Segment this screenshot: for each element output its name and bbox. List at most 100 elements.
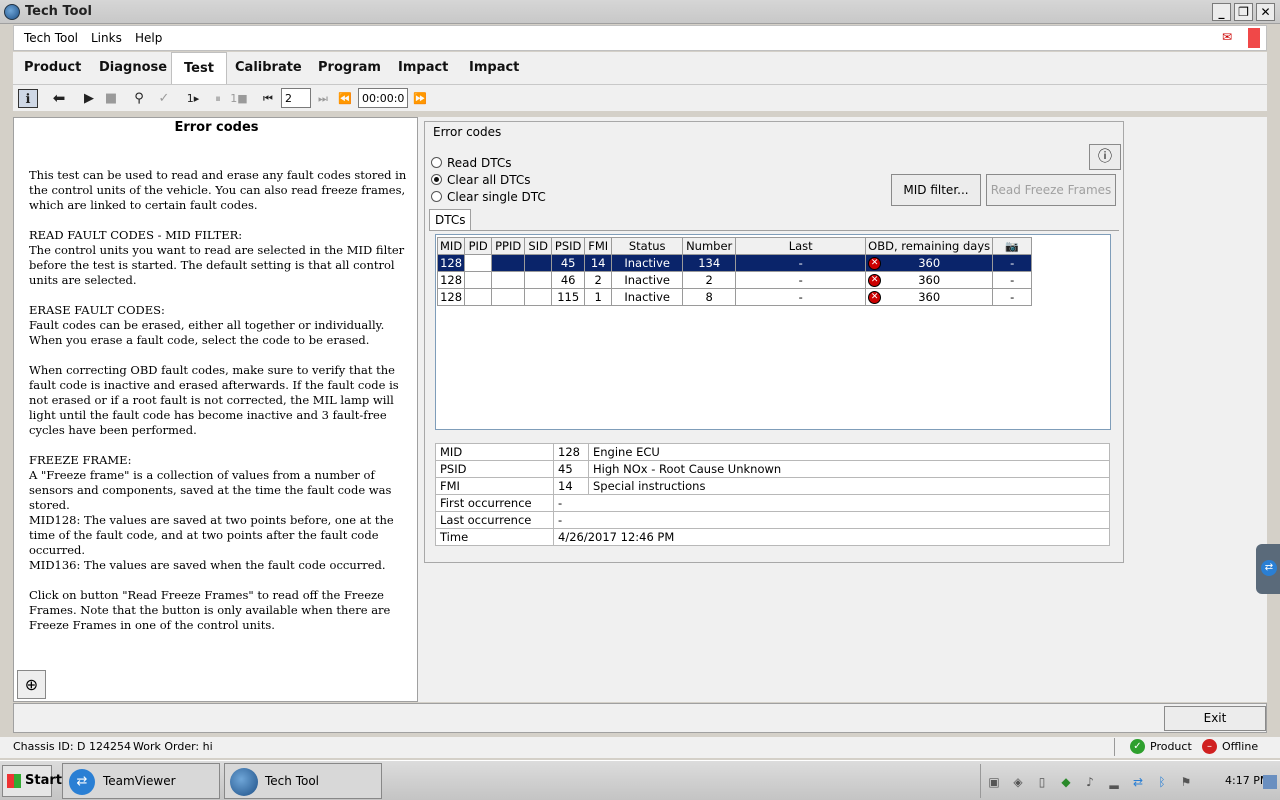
radio-circle — [431, 157, 442, 168]
tab-calibrate[interactable]: Calibrate — [235, 60, 302, 75]
bluetooth-tray-icon[interactable]: ᛒ — [1155, 775, 1169, 789]
tab-product[interactable]: Product — [24, 60, 81, 75]
col-number[interactable]: Number — [682, 237, 737, 255]
last-step-icon[interactable]: ⏭ — [313, 89, 333, 108]
col-fmi[interactable]: FMI — [584, 237, 613, 255]
pause-step-icon[interactable]: ⏸ — [208, 89, 228, 108]
help-info-icon[interactable]: ⓘ — [1089, 144, 1121, 170]
col-ppid[interactable]: PPID — [491, 237, 526, 255]
taskbar-tech-tool[interactable]: Tech Tool — [224, 763, 382, 799]
tab-dtcs[interactable]: DTCs — [429, 209, 471, 231]
tab-test[interactable]: Test — [171, 52, 227, 85]
play-icon[interactable]: ▶ — [79, 89, 99, 108]
cell-status: Inactive — [611, 271, 684, 289]
radio-clear-single-dtc[interactable]: Clear single DTC — [431, 190, 546, 204]
error-x-icon: ✕ — [868, 257, 882, 270]
drive-tray-icon[interactable]: ◈ — [1011, 775, 1025, 789]
col-last[interactable]: Last — [735, 237, 867, 255]
battery-tray-icon[interactable]: ▯ — [1035, 775, 1049, 789]
stop-icon[interactable]: ■ — [101, 89, 121, 108]
zoom-icon[interactable]: ⊕ — [17, 670, 46, 699]
back-icon[interactable]: ⬅ — [49, 89, 69, 108]
tab-divider — [429, 230, 1119, 231]
signal-tray-icon[interactable]: ▂ — [1107, 775, 1121, 789]
menu-tech-tool[interactable]: Tech Tool — [24, 31, 78, 45]
taskbar-teamviewer[interactable]: ⇄ TeamViewer — [62, 763, 220, 799]
detail-desc: Special instructions — [588, 477, 1110, 495]
col-mid[interactable]: MID — [436, 237, 466, 255]
cell-sid — [524, 254, 553, 272]
menu-links[interactable]: Links — [91, 31, 122, 45]
fast-forward-icon[interactable]: ⏩ — [410, 89, 430, 108]
cell-sid — [524, 288, 553, 306]
detail-desc: Engine ECU — [588, 443, 1110, 461]
start-button[interactable]: Start — [2, 765, 62, 797]
cell-mid: 128 — [436, 288, 466, 306]
col-obd[interactable]: OBD, remaining days — [865, 237, 994, 255]
col-sid[interactable]: SID — [524, 237, 553, 255]
security-tray-icon[interactable]: ◆ — [1059, 775, 1073, 789]
cell-freeze: - — [992, 271, 1033, 289]
teamviewer-icon: ⇄ — [1261, 560, 1277, 576]
tab-diagnose[interactable]: Diagnose — [99, 60, 167, 75]
cell-pid — [464, 254, 493, 272]
flag-tray-icon[interactable]: ⚑ — [1179, 775, 1193, 789]
teamviewer-tray-icon[interactable]: ⇄ — [1131, 775, 1145, 789]
stop-step-icon[interactable]: 1■ — [229, 89, 249, 108]
detail-label: PSID — [435, 460, 554, 478]
teamviewer-icon: ⇄ — [69, 769, 95, 795]
tab-impact-2[interactable]: Impact — [469, 60, 519, 75]
cell-obd: ✕ 360 — [865, 271, 994, 289]
info-icon[interactable]: ℹ — [18, 89, 38, 108]
col-pid[interactable]: PID — [464, 237, 493, 255]
read-freeze-frames-button[interactable]: Read Freeze Frames — [986, 174, 1116, 206]
show-desktop-icon[interactable] — [1263, 775, 1277, 789]
exit-button[interactable]: Exit — [1164, 706, 1266, 731]
mid-filter-button[interactable]: MID filter... — [891, 174, 981, 206]
bulb-icon[interactable]: ⚲ — [129, 89, 149, 108]
cell-obd: ✕ 360 — [865, 288, 994, 306]
menu-help[interactable]: Help — [135, 31, 162, 45]
teamviewer-side-tab[interactable]: ⇄ — [1256, 544, 1280, 594]
product-status: Product — [1150, 740, 1192, 753]
radio-label: Read DTCs — [447, 156, 512, 170]
detail-row: PSID 45 High NOx - Root Cause Unknown — [435, 460, 1110, 478]
windows-logo-icon — [7, 774, 21, 788]
dtc-detail-table: MID 128 Engine ECU PSID 45 High NOx - Root C… — [435, 443, 1110, 546]
cell-fmi: 14 — [584, 254, 613, 272]
check-icon[interactable]: ✓ — [154, 89, 174, 108]
tab-program[interactable]: Program — [318, 60, 381, 75]
detail-label: Last occurrence — [435, 511, 554, 529]
message-icon[interactable]: ✉ — [1222, 30, 1238, 44]
detail-label: First occurrence — [435, 494, 554, 512]
volume-tray-icon[interactable]: ♪ — [1083, 775, 1097, 789]
col-freeze-frame[interactable]: 📷 — [992, 237, 1033, 255]
obd-days: 360 — [918, 273, 941, 287]
col-psid[interactable]: PSID — [551, 237, 586, 255]
dtc-row[interactable]: 128 115 1 Inactive 8 - ✕ 360 - — [436, 288, 1033, 306]
step-forward-icon[interactable]: 1▸ — [183, 89, 203, 108]
time-input[interactable] — [358, 88, 408, 108]
restore-button[interactable]: ❐ — [1234, 3, 1253, 21]
network-tray-icon[interactable]: ▣ — [987, 775, 1001, 789]
title-bar: Tech Tool _ ❐ ✕ — [0, 0, 1280, 24]
chassis-id: Chassis ID: D 124254 — [13, 740, 132, 753]
first-step-icon[interactable]: ⏮ — [258, 89, 278, 108]
tab-impact[interactable]: Impact — [398, 60, 448, 75]
cell-pid — [464, 271, 493, 289]
detail-row: FMI 14 Special instructions — [435, 477, 1110, 495]
radio-read-dtcs[interactable]: Read DTCs — [431, 156, 511, 170]
dtc-table-frame: MID PID PPID SID PSID FMI Status Number … — [435, 234, 1111, 430]
dtc-row[interactable]: 128 46 2 Inactive 2 - ✕ 360 - — [436, 271, 1033, 289]
minimize-button[interactable]: _ — [1212, 3, 1231, 21]
col-status[interactable]: Status — [611, 237, 684, 255]
cell-pid — [464, 288, 493, 306]
error-x-icon: ✕ — [868, 274, 882, 287]
dtc-row[interactable]: 128 45 14 Inactive 134 - ✕ 360 - — [436, 254, 1033, 272]
radio-clear-all-dtcs[interactable]: Clear all DTCs — [431, 173, 531, 187]
detail-code: 128 — [553, 443, 589, 461]
step-input[interactable] — [281, 88, 311, 108]
tech-tool-icon — [230, 768, 258, 796]
rewind-icon[interactable]: ⏪ — [335, 89, 355, 108]
close-button[interactable]: ✕ — [1256, 3, 1275, 21]
